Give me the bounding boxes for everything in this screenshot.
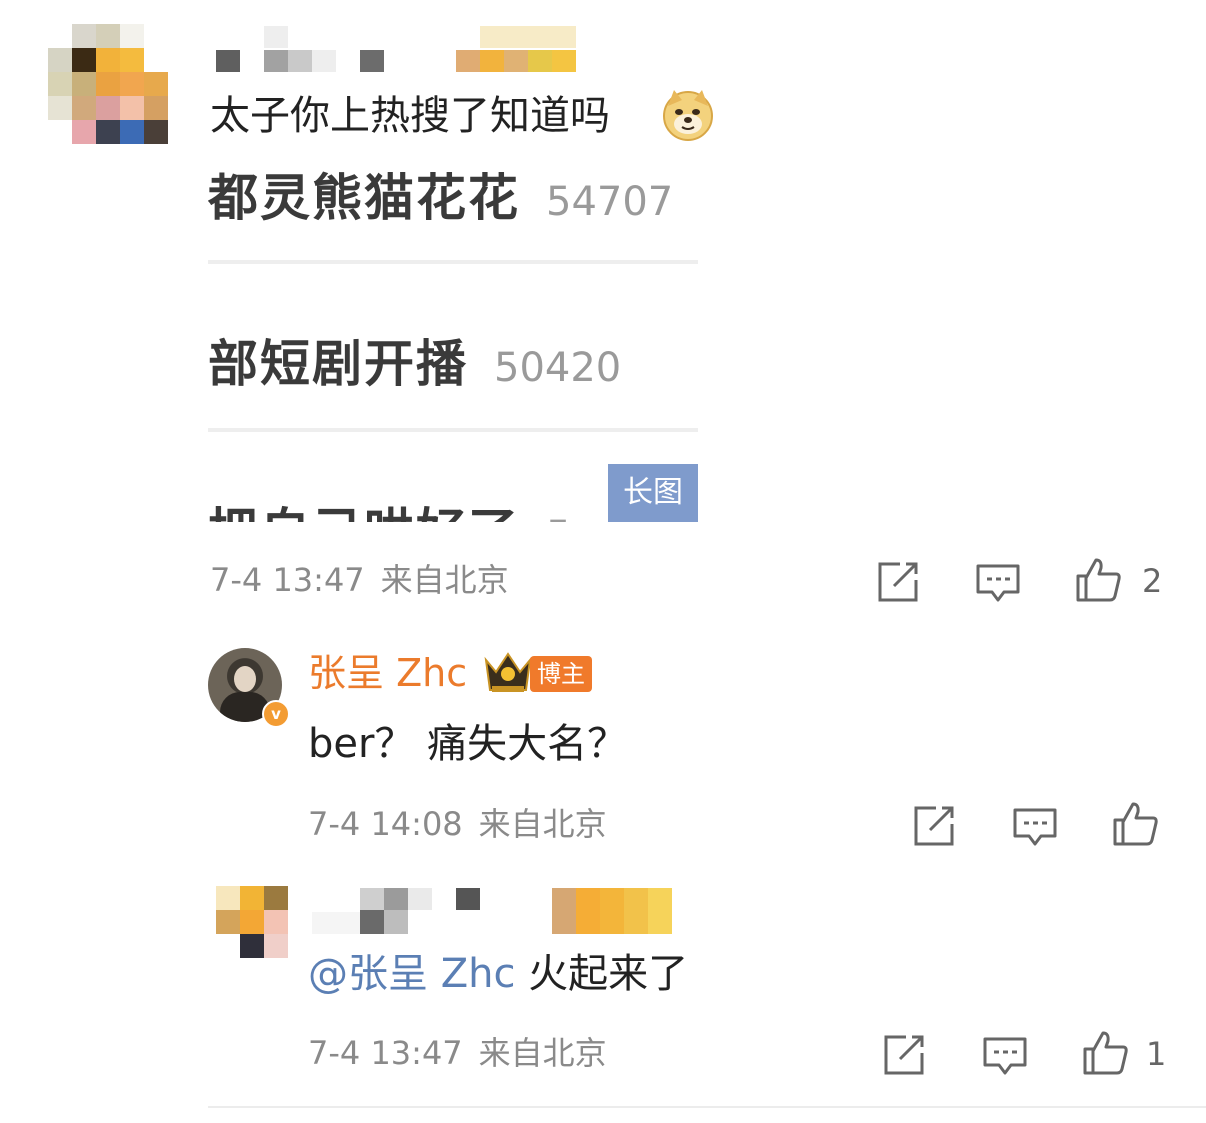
reply-meta: 7-4 14:08 来自北京 [308,808,607,840]
sub-reply-location: 来自北京 [478,1034,607,1072]
row-number: 50420 [494,345,622,391]
share-icon[interactable] [880,1031,928,1079]
mention-link[interactable]: @张呈 Zhc [308,951,515,997]
share-icon[interactable] [874,558,922,606]
blogger-badge: 博主 [530,656,592,692]
comment-text-content: 太子你上热搜了知道吗 [210,93,610,139]
bottom-divider [208,1106,1206,1108]
username-blurred[interactable] [216,26,576,72]
username-blurred[interactable] [312,888,672,934]
image-row: 把自己哄好了 5 [208,492,571,522]
row-number: 54707 [546,179,674,225]
comment-icon[interactable] [1011,802,1059,850]
row-title: 把自己哄好了 [208,503,520,522]
row-divider [208,428,698,432]
row-number: 5 [546,513,571,522]
comment-meta: 7-4 13:47 来自北京 [210,564,509,596]
comment-icon[interactable] [981,1031,1029,1079]
sub-reply-content: 火起来了 [515,951,689,997]
comment-time: 7-4 13:47 [210,561,365,599]
crown-icon [482,650,534,696]
sub-reply-text: @张呈 Zhc 火起来了 [308,954,688,994]
row-divider [208,260,698,264]
avatar-blurred[interactable] [48,24,168,144]
comment-icon[interactable] [974,558,1022,606]
comment-text: 太子你上热搜了知道吗 [210,96,610,136]
image-row: 都灵熊猫花花 54707 [208,158,673,228]
doge-face-icon [660,86,716,142]
share-icon[interactable] [910,802,958,850]
like-icon[interactable] [1111,800,1159,848]
verified-badge: v [262,700,290,728]
like-icon[interactable] [1081,1029,1129,1077]
sub-reply-meta: 7-4 13:47 来自北京 [308,1037,607,1069]
image-row: 部短剧开播 50420 [208,324,621,394]
like-icon[interactable] [1074,556,1122,604]
reply-location: 来自北京 [478,805,607,843]
comment-location: 来自北京 [380,561,509,599]
row-title: 都灵熊猫花花 [208,169,520,227]
avatar-blurred[interactable] [216,886,288,958]
comment-image[interactable]: 都灵熊猫花花 54707 部短剧开播 50420 把自己哄好了 5 长图 [208,148,698,522]
reply-time: 7-4 14:08 [308,805,463,843]
row-title: 部短剧开播 [208,335,468,393]
like-count: 2 [1142,562,1163,600]
reply-username[interactable]: 张呈 Zhc [308,654,467,692]
sub-reply-time: 7-4 13:47 [308,1034,463,1072]
long-image-badge: 长图 [608,464,698,522]
reply-text: ber？ 痛失大名？ [308,721,628,767]
like-count: 1 [1146,1035,1167,1073]
